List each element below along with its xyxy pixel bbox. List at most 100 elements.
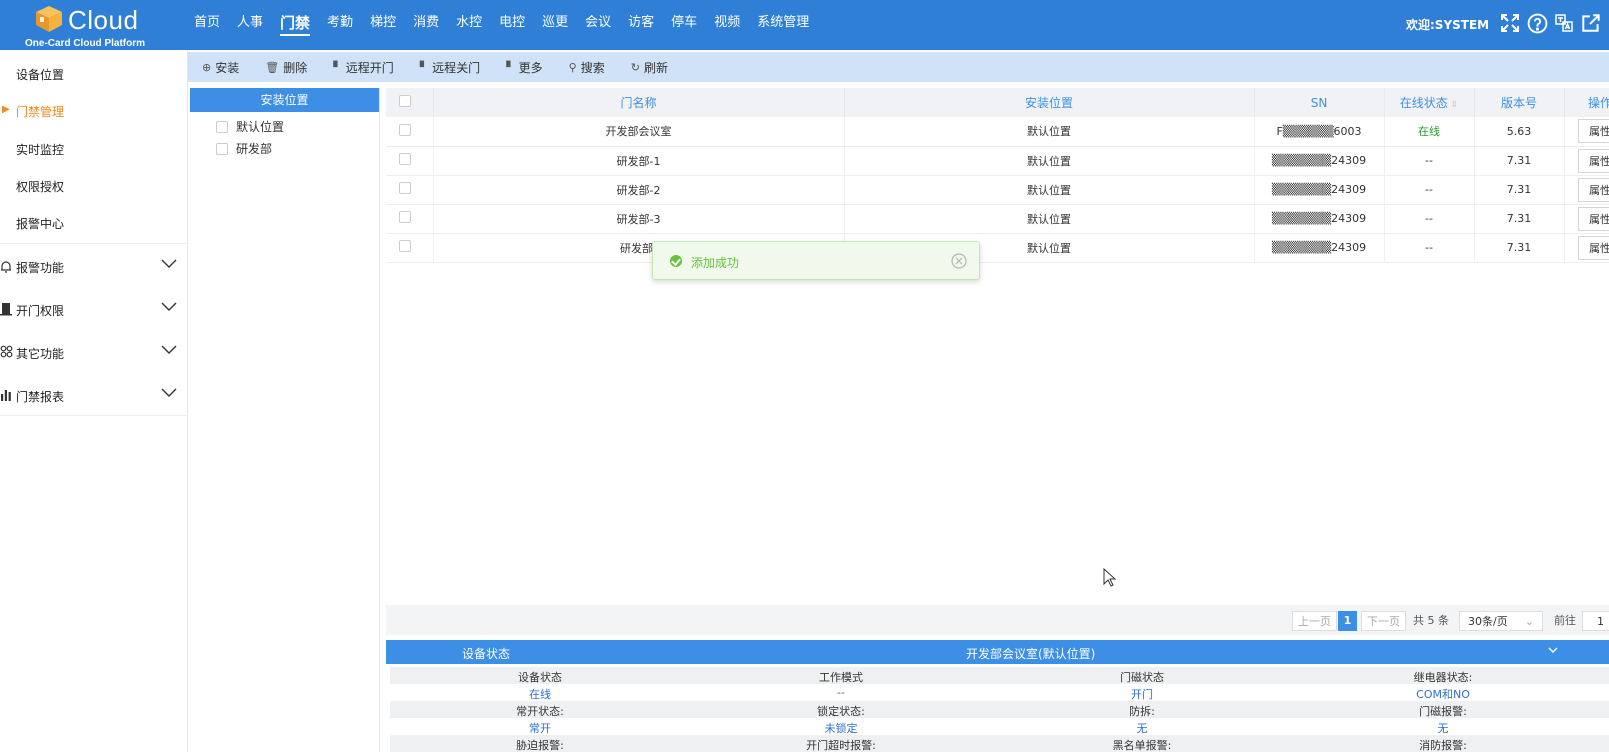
location-panel: 安装位置 默认位置 研发部 — [190, 88, 380, 752]
col-version: 版本号 — [1474, 88, 1565, 117]
help-icon[interactable] — [1526, 12, 1548, 34]
location-checkbox[interactable] — [216, 142, 228, 155]
properties-button[interactable]: 属性 — [1578, 177, 1609, 202]
remote-close-button[interactable]: ▘ 远程关门 — [420, 59, 480, 76]
select-all-checkbox[interactable] — [399, 95, 412, 107]
nav-access-control[interactable]: 门禁 — [280, 0, 311, 50]
row-select-cell[interactable] — [386, 204, 434, 234]
row-select-cell[interactable] — [386, 233, 434, 263]
nav-meeting[interactable]: 会议 — [585, 0, 611, 50]
cell-actions: 属性 — [1564, 233, 1609, 263]
cell-sn: F▒▒▒▒▒▒6003 — [1254, 117, 1385, 147]
table-row[interactable]: 研发部-1 默认位置 ▒▒▒▒▒▒▒24309 -- 7.31 属性 — [386, 146, 1609, 176]
cell-location: 默认位置 — [844, 204, 1255, 234]
cell-sn: ▒▒▒▒▒▒▒24309 — [1254, 204, 1385, 234]
status-value: 在线 — [529, 688, 551, 701]
properties-button[interactable]: 属性 — [1578, 119, 1609, 144]
logout-edit-icon[interactable] — [1580, 12, 1602, 34]
status-label: 开门超时报警: — [806, 739, 876, 752]
remote-open-button[interactable]: ▘ 远程开门 — [333, 59, 393, 76]
sidebar-item-alarm-center[interactable]: 报警中心 — [16, 215, 64, 232]
nav-electric[interactable]: 电控 — [499, 0, 525, 50]
search-button[interactable]: ⚲ 搜索 — [569, 59, 605, 76]
nav-system[interactable]: 系统管理 — [757, 0, 809, 50]
nav-attendance[interactable]: 考勤 — [327, 0, 353, 50]
chevron-down-icon: ⌄ — [1524, 615, 1534, 628]
nav-consumption[interactable]: 消费 — [413, 0, 439, 50]
table-row[interactable]: 研发部- 默认位置 ▒▒▒▒▒▒▒24309 -- 7.31 属性 — [386, 233, 1609, 263]
cell-location: 默认位置 — [844, 175, 1255, 205]
sidebar-item-permission-auth[interactable]: 权限授权 — [16, 178, 64, 195]
door-table: 门名称 安装位置 SN 在线状态 ⇳ 版本号 操作 开发部会议室 默认位置 F▒▒… — [386, 88, 1609, 263]
location-item-rnd[interactable]: 研发部 — [216, 140, 272, 157]
row-select-cell[interactable] — [386, 175, 434, 205]
install-button[interactable]: ⊕ 安装 — [202, 59, 239, 76]
properties-button[interactable]: 属性 — [1578, 148, 1609, 173]
sort-icon[interactable]: ⇳ — [1451, 100, 1459, 110]
row-checkbox[interactable] — [399, 153, 412, 165]
close-icon[interactable] — [951, 253, 967, 269]
nav-personnel[interactable]: 人事 — [237, 0, 263, 50]
sidebar-group-reports[interactable]: 门禁报表 — [0, 375, 188, 417]
row-checkbox[interactable] — [399, 123, 412, 136]
prev-page-button[interactable]: 上一页 — [1292, 611, 1337, 631]
properties-button[interactable]: 属性 — [1578, 206, 1609, 231]
nav-water[interactable]: 水控 — [456, 0, 482, 50]
cell-actions: 属性 — [1564, 175, 1609, 205]
sidebar-group-alarm[interactable]: 报警功能 — [0, 246, 188, 288]
status-label: 门磁状态 — [1120, 671, 1164, 684]
status-label: 锁定状态: — [817, 705, 865, 718]
language-icon[interactable] — [1553, 12, 1575, 34]
sidebar-group-door-permission[interactable]: 开门权限 — [0, 289, 188, 331]
door-small-icon: ▘ — [419, 60, 429, 74]
remote-close-label: 远程关门 — [432, 60, 481, 75]
cell-status: -- — [1384, 146, 1475, 176]
select-all-cell[interactable] — [386, 88, 434, 117]
pagination: 上一页 1 下一页 共 5 条 30条/页 ⌄ 前往 1 — [386, 605, 1609, 635]
row-select-cell[interactable] — [386, 117, 434, 147]
sidebar-item-realtime-monitor[interactable]: 实时监控 — [16, 141, 64, 158]
location-checkbox[interactable] — [216, 120, 228, 133]
more-button[interactable]: ▘ 更多 — [506, 59, 542, 76]
sidebar-group-other[interactable]: 其它功能 — [0, 332, 188, 374]
nav-video[interactable]: 视频 — [714, 0, 740, 50]
cell-status: -- — [1384, 233, 1475, 263]
row-checkbox[interactable] — [399, 182, 412, 194]
sidebar-item-access-management[interactable]: 门禁管理 — [16, 103, 64, 120]
status-label: 胁迫报警: — [516, 739, 564, 752]
table-row[interactable]: 研发部-2 默认位置 ▒▒▒▒▒▒▒24309 -- 7.31 属性 — [386, 175, 1609, 205]
chevron-down-icon[interactable] — [1546, 644, 1560, 656]
row-checkbox[interactable] — [399, 240, 412, 252]
next-page-button[interactable]: 下一页 — [1361, 611, 1406, 631]
current-page[interactable]: 1 — [1338, 611, 1357, 631]
welcome-user: 欢迎:SYSTEM — [1406, 18, 1490, 32]
nav-parking[interactable]: 停车 — [671, 0, 697, 50]
table-header-row: 门名称 安装位置 SN 在线状态 ⇳ 版本号 操作 — [386, 88, 1609, 117]
properties-button[interactable]: 属性 — [1578, 235, 1609, 260]
table-row[interactable]: 研发部-3 默认位置 ▒▒▒▒▒▒▒24309 -- 7.31 属性 — [386, 204, 1609, 234]
nav-home[interactable]: 首页 — [194, 0, 220, 50]
sidebar-item-device-location[interactable]: 设备位置 — [16, 66, 64, 83]
refresh-label: 刷新 — [643, 60, 668, 75]
page-size-select[interactable]: 30条/页 ⌄ — [1459, 611, 1543, 631]
fullscreen-icon[interactable] — [1499, 12, 1521, 34]
nav-visitor[interactable]: 访客 — [628, 0, 654, 50]
row-checkbox[interactable] — [399, 211, 412, 223]
nav-patrol[interactable]: 巡更 — [542, 0, 568, 50]
cell-actions: 属性 — [1564, 204, 1609, 234]
table-row[interactable]: 开发部会议室 默认位置 F▒▒▒▒▒▒6003 在线 5.63 属性 — [386, 117, 1609, 147]
goto-page-input[interactable]: 1 — [1582, 611, 1609, 631]
status-value: COM和NO — [1416, 688, 1470, 701]
col-online-status[interactable]: 在线状态 ⇳ — [1384, 88, 1475, 117]
logo[interactable]: Cloud One-Card Cloud Platform — [20, 2, 170, 50]
nav-elevator[interactable]: 梯控 — [370, 0, 396, 50]
refresh-button[interactable]: ↻ 刷新 — [631, 59, 668, 76]
status-label: 门磁报警: — [1419, 705, 1467, 718]
row-select-cell[interactable] — [386, 146, 434, 176]
bar-chart-icon — [0, 388, 13, 402]
online-status-label: 在线状态 — [1399, 96, 1448, 110]
grid-apps-icon — [0, 345, 13, 359]
delete-button[interactable]: 🗑 删除 — [265, 59, 307, 76]
location-item-default[interactable]: 默认位置 — [216, 118, 284, 135]
search-label: 搜索 — [580, 60, 605, 75]
